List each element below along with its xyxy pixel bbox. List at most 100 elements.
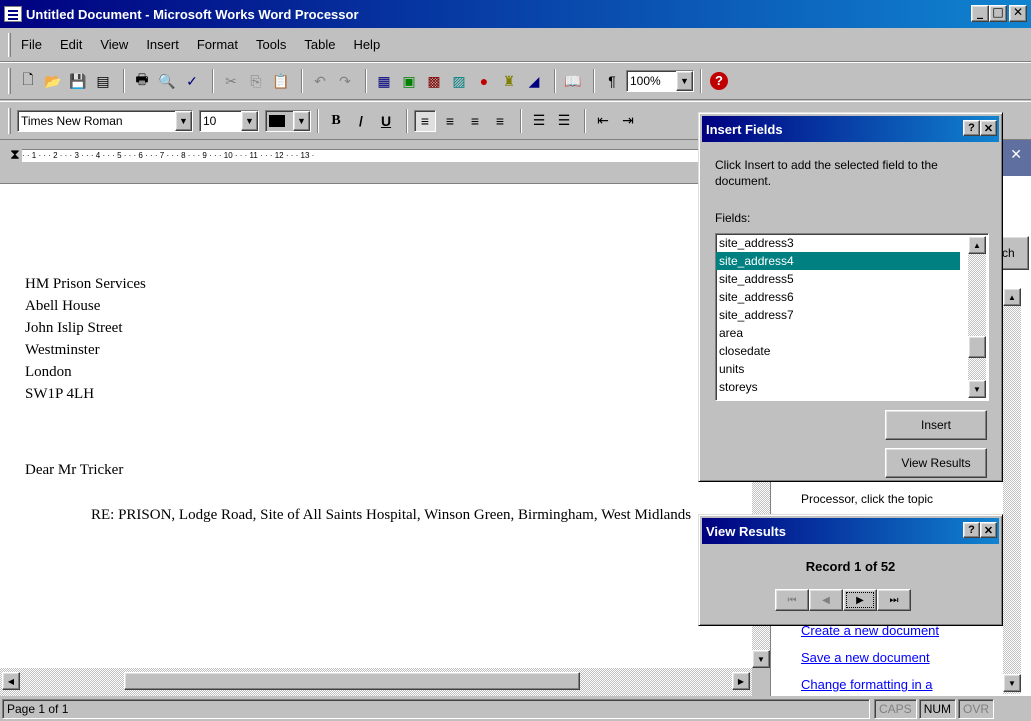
- help-link-save[interactable]: Save a new document: [801, 650, 930, 665]
- list-scroll-down[interactable]: ▼: [968, 380, 986, 398]
- toolbar-separator: [700, 69, 702, 93]
- undo-icon[interactable]: ↶: [309, 70, 331, 92]
- paragraph-marks-icon[interactable]: ¶: [601, 70, 623, 92]
- chevron-down-icon[interactable]: ▼: [676, 71, 693, 91]
- fields-scrollbar[interactable]: ▲ ▼: [968, 236, 986, 398]
- increase-indent-icon[interactable]: ⇥: [617, 110, 639, 132]
- help-partial-button[interactable]: ch: [999, 236, 1029, 270]
- open-folder-icon[interactable]: 📂: [42, 70, 64, 92]
- insert-picture-icon[interactable]: ▨: [448, 70, 470, 92]
- works-app-icon[interactable]: [4, 6, 22, 22]
- wordart-icon[interactable]: ♜: [498, 70, 520, 92]
- toolbar-separator: [406, 108, 408, 133]
- list-scroll-thumb[interactable]: [968, 336, 986, 358]
- help-icon[interactable]: ?: [708, 70, 730, 92]
- italic-button[interactable]: /: [350, 110, 372, 132]
- bullets-icon[interactable]: ☰: [528, 110, 550, 132]
- maximize-button[interactable]: □: [989, 5, 1007, 22]
- field-item[interactable]: closedate: [716, 342, 960, 360]
- toolbar-separator: [301, 69, 303, 93]
- previous-record-icon[interactable]: ◀: [809, 589, 843, 611]
- ovr-indicator: OVR: [958, 698, 995, 719]
- insert-table-icon[interactable]: ▦: [373, 70, 395, 92]
- insert-spreadsheet-icon[interactable]: ▣: [398, 70, 420, 92]
- decrease-indent-icon[interactable]: ⇤: [592, 110, 614, 132]
- help-link-formatting[interactable]: Change formatting in a: [801, 677, 933, 692]
- new-document-icon[interactable]: 🗋: [17, 70, 39, 92]
- font-color-select[interactable]: ▼: [265, 109, 311, 132]
- scroll-thumb[interactable]: [124, 672, 580, 690]
- list-scroll-up[interactable]: ▲: [968, 236, 986, 254]
- field-item[interactable]: area: [716, 324, 960, 342]
- insert-button[interactable]: Insert: [885, 410, 987, 440]
- numbering-icon[interactable]: ☰: [553, 110, 575, 132]
- zoom-select[interactable]: 100% ▼: [626, 70, 694, 92]
- field-item[interactable]: units: [716, 360, 960, 378]
- clipart-icon[interactable]: ●: [473, 70, 495, 92]
- redo-icon[interactable]: ↷: [334, 70, 356, 92]
- dialog-help-button[interactable]: ?: [963, 120, 980, 136]
- ruler-scale: · · 1 · · · 2 · · · 3 · · · 4 · · · 5 · …: [22, 149, 702, 162]
- scroll-down-button[interactable]: ▼: [752, 650, 770, 668]
- copy-icon[interactable]: ⎘: [245, 70, 267, 92]
- save-icon[interactable]: 💾: [67, 70, 89, 92]
- document-area[interactable]: HM Prison Services Abell House John Isli…: [0, 184, 752, 668]
- menu-file[interactable]: File: [21, 37, 42, 52]
- first-record-icon[interactable]: ⏮: [775, 589, 809, 611]
- close-button[interactable]: ✕: [1009, 5, 1027, 22]
- scroll-left-button[interactable]: ◀: [2, 672, 20, 690]
- field-item-selected[interactable]: site_address4: [716, 252, 960, 270]
- menu-view[interactable]: View: [100, 37, 128, 52]
- view-results-title: View Results: [706, 523, 786, 539]
- chevron-down-icon[interactable]: ▼: [175, 110, 192, 131]
- justify-icon[interactable]: ≡: [489, 110, 511, 132]
- spell-check-icon[interactable]: ✓: [181, 70, 203, 92]
- bold-button[interactable]: B: [325, 110, 347, 132]
- address-line: London: [25, 364, 72, 380]
- field-item[interactable]: site_address5: [716, 270, 960, 288]
- address-book-icon[interactable]: ▤: [92, 70, 114, 92]
- align-right-icon[interactable]: ≡: [464, 110, 486, 132]
- menu-tools[interactable]: Tools: [256, 37, 286, 52]
- menu-format[interactable]: Format: [197, 37, 238, 52]
- field-item[interactable]: site_address6: [716, 288, 960, 306]
- next-record-icon[interactable]: ▶: [843, 589, 877, 611]
- menu-edit[interactable]: Edit: [60, 37, 82, 52]
- document-horizontal-scrollbar[interactable]: ◀ ▶: [0, 668, 752, 696]
- results-help-button[interactable]: ?: [963, 522, 980, 538]
- paste-icon[interactable]: 📋: [270, 70, 292, 92]
- fields-listbox[interactable]: site_address3 site_address4 site_address…: [715, 233, 989, 401]
- help-close-icon[interactable]: ✕: [1010, 146, 1022, 163]
- note-it-icon[interactable]: ◢: [523, 70, 545, 92]
- help-scroll-up[interactable]: ▲: [1003, 288, 1021, 306]
- field-item[interactable]: storeys: [716, 378, 960, 396]
- font-size-value: 10: [203, 113, 217, 128]
- font-select[interactable]: Times New Roman ▼: [17, 109, 193, 132]
- menu-help[interactable]: Help: [353, 37, 380, 52]
- results-close-button[interactable]: ✕: [980, 522, 997, 538]
- font-size-select[interactable]: 10 ▼: [199, 109, 259, 132]
- standard-toolbar: 🗋 📂 💾 ▤ 🖶 🔍 ✓ ✂ ⎘ 📋 ↶ ↷ ▦ ▣ ▩ ▨ ● ♜ ◢ 📖 …: [0, 62, 1031, 100]
- field-item[interactable]: site_address3: [716, 234, 960, 252]
- align-center-icon[interactable]: ≡: [439, 110, 461, 132]
- dictionary-icon[interactable]: 📖: [562, 70, 584, 92]
- scroll-right-button[interactable]: ▶: [732, 672, 750, 690]
- help-scroll-down[interactable]: ▼: [1003, 674, 1021, 692]
- last-record-icon[interactable]: ⏭: [877, 589, 911, 611]
- help-scrollbar[interactable]: ▲ ▼: [1003, 288, 1021, 694]
- print-icon[interactable]: 🖶: [131, 70, 153, 92]
- dialog-close-button[interactable]: ✕: [980, 120, 997, 136]
- minimize-button[interactable]: _: [971, 5, 989, 22]
- chevron-down-icon[interactable]: ▼: [293, 110, 310, 131]
- underline-button[interactable]: U: [375, 110, 397, 132]
- indent-marker-icon[interactable]: ⧗: [10, 146, 20, 163]
- menu-insert[interactable]: Insert: [146, 37, 179, 52]
- insert-chart-icon[interactable]: ▩: [423, 70, 445, 92]
- chevron-down-icon[interactable]: ▼: [241, 110, 258, 131]
- field-item[interactable]: site_address7: [716, 306, 960, 324]
- align-left-icon[interactable]: ≡: [414, 109, 436, 132]
- menu-table[interactable]: Table: [304, 37, 335, 52]
- view-results-button[interactable]: View Results: [885, 448, 987, 478]
- cut-icon[interactable]: ✂: [220, 70, 242, 92]
- print-preview-icon[interactable]: 🔍: [156, 70, 178, 92]
